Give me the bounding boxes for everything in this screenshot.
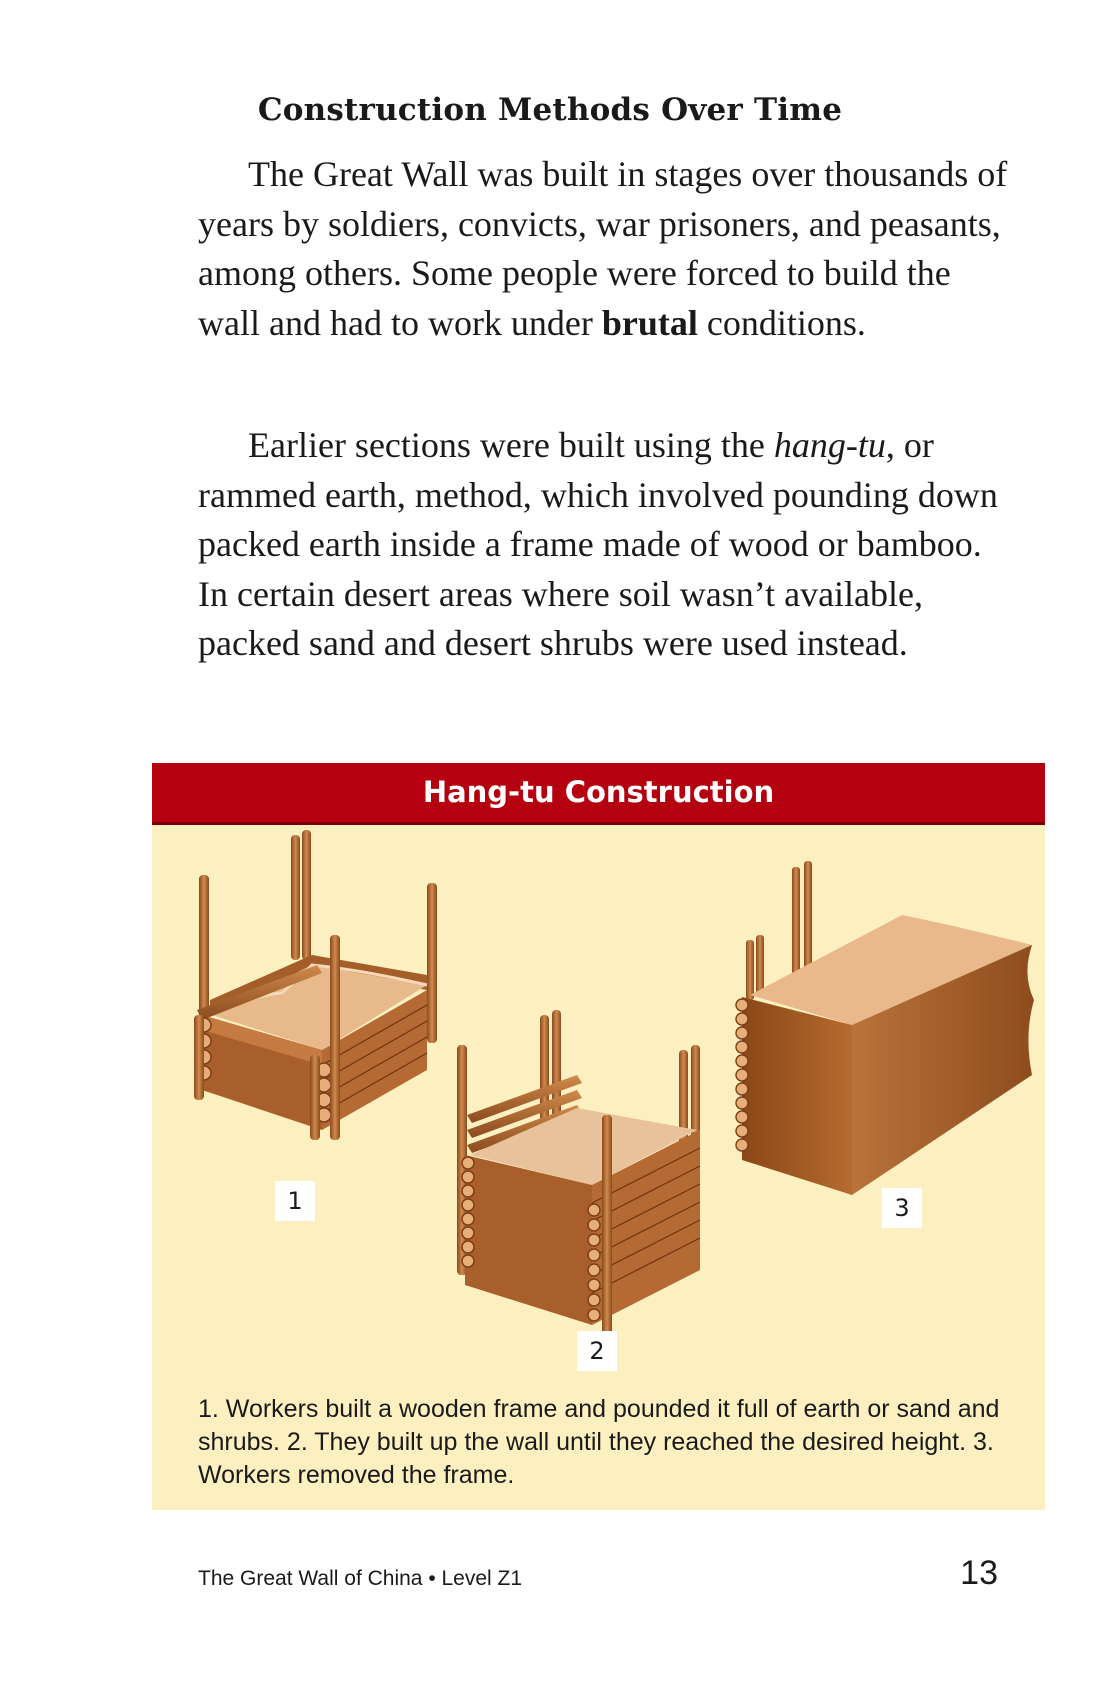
frame-1-drawing	[194, 830, 437, 1140]
italic-term: hang-tu	[773, 425, 886, 465]
hang-tu-illustration	[194, 830, 1034, 1335]
paragraph-2-text: Earlier sections were built using the	[248, 425, 774, 465]
bold-term: brutal	[601, 302, 698, 343]
page-number: 13	[960, 1554, 998, 1592]
section-heading: Construction Methods Over Time	[257, 92, 843, 128]
figure-caption: 1. Workers built a wooden frame and poun…	[198, 1395, 1000, 1489]
paragraph-1: The Great Wall was built in stages over …	[198, 150, 1008, 348]
paragraph-1-end: conditions.	[697, 302, 866, 343]
step-label-3: 3	[882, 1188, 922, 1228]
step-label-2: 2	[577, 1331, 617, 1371]
hang-tu-figure: Hang-tu Construction 1 2 3 1. Workers bu…	[152, 763, 1045, 1510]
paragraph-2: Earlier sections were built using the ha…	[198, 421, 1008, 669]
step-label-1: 1	[275, 1181, 315, 1221]
figure-title: Hang-tu Construction	[152, 763, 1045, 825]
footer-book-title: The Great Wall of China • Level Z1	[198, 1567, 523, 1590]
block-3-drawing	[735, 861, 1034, 1195]
frame-2-drawing	[457, 1010, 701, 1335]
